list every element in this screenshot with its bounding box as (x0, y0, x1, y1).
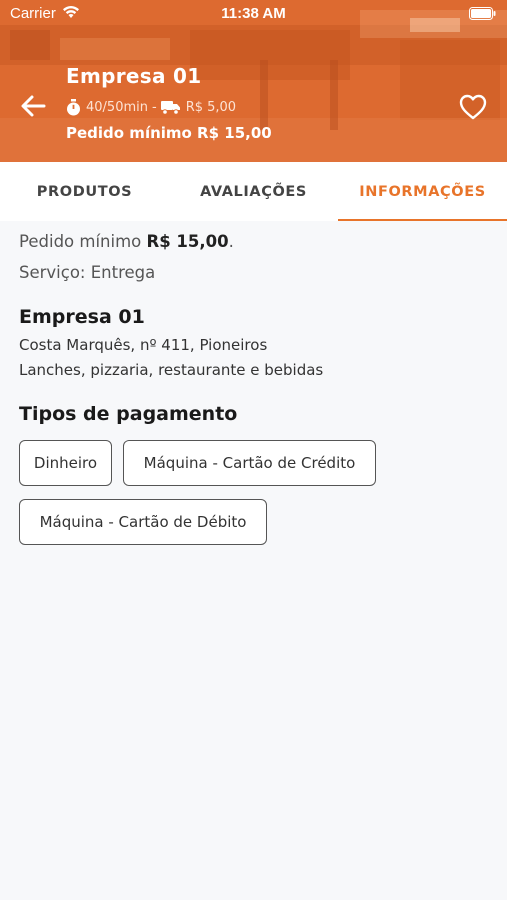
business-address: Costa Marquês, nº 411, Pioneiros (19, 336, 268, 354)
payment-option-credito[interactable]: Máquina - Cartão de Crédito (123, 440, 376, 486)
store-name: Empresa 01 (66, 64, 202, 88)
tab-informacoes[interactable]: INFORMAÇÕES (338, 162, 507, 221)
tab-produtos[interactable]: PRODUTOS (0, 162, 169, 221)
payment-option-dinheiro[interactable]: Dinheiro (19, 440, 112, 486)
min-order-label: Pedido mínimo (19, 232, 147, 251)
delivery-fee: R$ 5,00 (185, 99, 237, 115)
back-arrow-icon[interactable] (20, 94, 46, 118)
service-type: Serviço: Entrega (19, 263, 156, 282)
header-min-order: Pedido mínimo R$ 15,00 (66, 124, 272, 142)
tab-avaliacoes[interactable]: AVALIAÇÕES (169, 162, 338, 221)
payment-types-title: Tipos de pagamento (19, 403, 238, 425)
tab-bar: PRODUTOS AVALIAÇÕES INFORMAÇÕES (0, 162, 507, 221)
clock: 11:38 AM (221, 5, 286, 22)
delivery-time: 40/50min (86, 99, 148, 115)
payment-option-debito[interactable]: Máquina - Cartão de Débito (19, 499, 267, 545)
battery-icon (469, 7, 496, 20)
separator: - (151, 99, 157, 115)
status-bar: Carrier 11:38 AM (0, 0, 507, 28)
min-order-value: R$ 15,00 (146, 232, 229, 251)
delivery-truck-icon (160, 100, 180, 115)
min-order-line: Pedido mínimo R$ 15,00. (19, 230, 234, 254)
business-name: Empresa 01 (19, 306, 145, 328)
favorite-heart-icon[interactable] (459, 94, 487, 120)
min-order-suffix: . (228, 232, 234, 251)
delivery-info: 40/50min - R$ 5,00 (66, 97, 236, 117)
store-header: Carrier 11:38 AM Empresa 01 40/50min - R… (0, 0, 507, 162)
stopwatch-icon (67, 98, 80, 115)
business-categories: Lanches, pizzaria, restaurante e bebidas (19, 361, 324, 379)
